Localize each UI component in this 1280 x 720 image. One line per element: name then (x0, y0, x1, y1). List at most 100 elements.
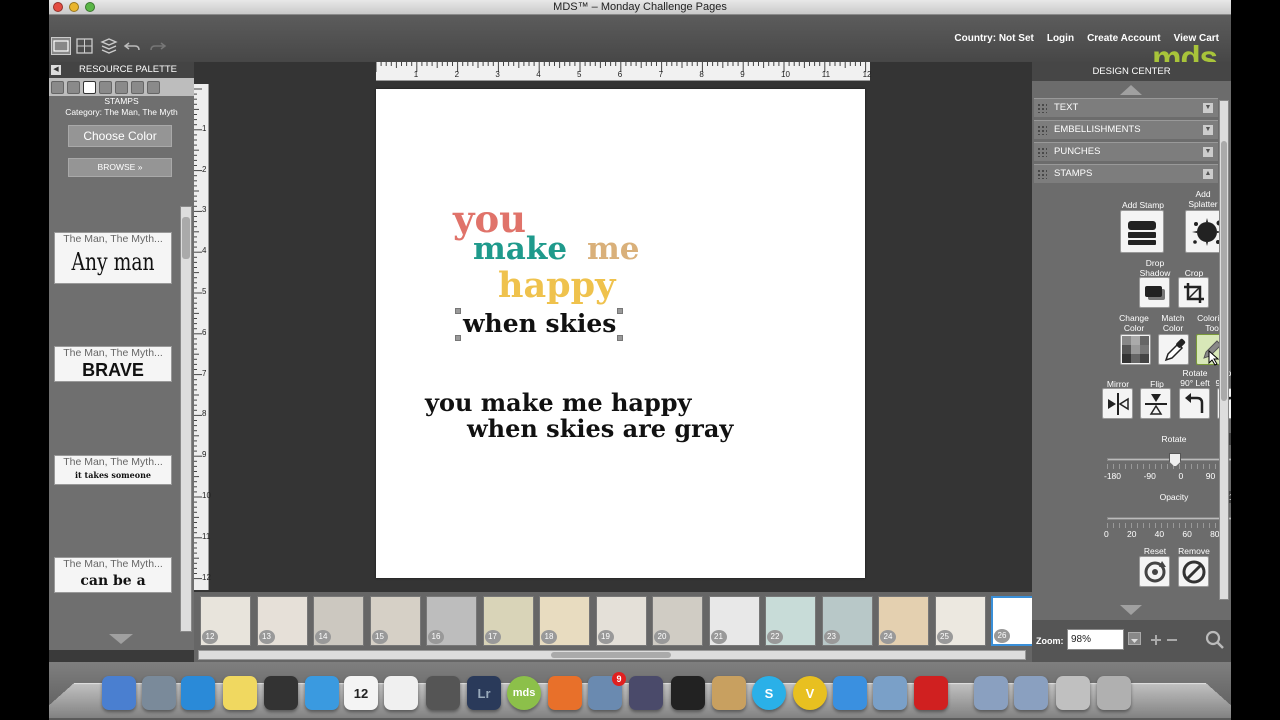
stamp-item[interactable]: The Man, The Myth... BRAVE (54, 346, 172, 382)
choose-color-button[interactable]: Choose Color (68, 125, 172, 147)
accordion-punches[interactable]: PUNCHES ▼ (1034, 142, 1218, 161)
canvas-stamp-line1[interactable]: you make me happy (425, 391, 691, 415)
zoom-in-icon[interactable] (1149, 633, 1163, 647)
canvas-stamp-line2[interactable]: when skies are gray (467, 417, 733, 441)
trash-icon[interactable] (1097, 676, 1131, 710)
page-thumbnail[interactable]: 25 (934, 596, 986, 646)
browse-button[interactable]: BROWSE » (68, 158, 172, 177)
add-stamp-button[interactable] (1120, 210, 1164, 253)
thumbnail-scroll-thumb[interactable] (551, 652, 671, 658)
match-color-button[interactable] (1158, 334, 1189, 365)
stamp-icon[interactable] (131, 80, 144, 94)
design-center-scrollbar[interactable] (1219, 100, 1229, 600)
page-thumbnail[interactable]: 23 (821, 596, 873, 646)
thumbnail-scrollbar[interactable] (198, 650, 1026, 660)
eye-icon[interactable] (51, 80, 64, 94)
design-center-scroll-thumb[interactable] (1221, 141, 1227, 401)
stamp-item[interactable]: The Man, The Myth... Any man (54, 232, 172, 284)
undo-icon[interactable] (123, 37, 143, 55)
embellishment-icon[interactable] (99, 80, 112, 94)
crop-button[interactable] (1178, 277, 1209, 308)
zoom-out-icon[interactable] (1165, 633, 1179, 647)
collapse-palette-icon[interactable]: ◀ (51, 65, 61, 75)
grid-icon[interactable] (75, 37, 95, 55)
rotate-left-button[interactable] (1179, 388, 1210, 419)
time-machine-icon[interactable] (426, 676, 460, 710)
facetime-icon[interactable] (264, 676, 298, 710)
selection-handle[interactable] (617, 335, 623, 341)
page-thumbnail[interactable]: 19 (595, 596, 647, 646)
canvas-word-happy[interactable]: happy (498, 268, 615, 303)
photo-icon[interactable] (671, 676, 705, 710)
reset-button[interactable] (1139, 556, 1170, 587)
canvas-word-me[interactable]: me (587, 234, 640, 265)
downloads-icon[interactable] (1056, 676, 1090, 710)
login-link[interactable]: Login (1047, 33, 1074, 44)
accordion-text[interactable]: TEXT ▼ (1034, 98, 1218, 117)
itunes-icon[interactable] (181, 676, 215, 710)
calendar-icon[interactable]: 12 (344, 676, 378, 710)
paper-icon[interactable] (83, 80, 96, 94)
page-thumbnail[interactable]: 20 (652, 596, 703, 646)
lightroom-icon[interactable]: Lr (467, 676, 501, 710)
magnifier-icon[interactable] (1205, 630, 1225, 650)
accordion-stamps[interactable]: STAMPS ▲ (1034, 164, 1218, 183)
stickies-icon[interactable] (223, 676, 257, 710)
address-book-icon[interactable] (712, 676, 746, 710)
selection-handle[interactable] (455, 308, 461, 314)
remove-button[interactable] (1178, 556, 1209, 587)
punch-icon[interactable] (115, 80, 128, 94)
layers-icon[interactable] (99, 37, 119, 55)
safari-icon[interactable] (305, 676, 339, 710)
page-thumbnail[interactable]: 16 (426, 596, 477, 646)
page-thumbnail[interactable]: 17 (482, 596, 534, 646)
page-thumbnail[interactable]: 14 (313, 596, 364, 646)
page-thumbnail[interactable]: 18 (539, 596, 590, 646)
documents-folder-icon[interactable] (974, 676, 1008, 710)
flip-button[interactable] (1140, 388, 1171, 419)
collapse-up-icon[interactable] (1032, 81, 1231, 98)
page-view-icon[interactable] (51, 37, 71, 55)
canvas-word-make[interactable]: make (473, 234, 567, 265)
design-page[interactable]: you make me happy when skies you make me… (376, 89, 865, 578)
mail-stamp-icon[interactable]: 9 (588, 672, 626, 710)
script-icon[interactable] (629, 676, 663, 710)
page-thumbnail[interactable]: 15 (369, 596, 421, 646)
mds-icon[interactable]: mds (507, 676, 541, 710)
scroll-down-icon[interactable] (109, 634, 133, 644)
page-thumbnail[interactable]: 13 (256, 596, 308, 646)
page-thumbnail[interactable]: 24 (878, 596, 929, 646)
mirror-button[interactable] (1102, 388, 1133, 419)
selection-handle[interactable] (617, 308, 623, 314)
page-thumbnail[interactable]: 21 (708, 596, 760, 646)
vimeo-icon[interactable]: V (793, 676, 827, 710)
launchpad-icon[interactable] (142, 676, 176, 710)
reminders-icon[interactable] (384, 676, 418, 710)
zoom-input[interactable]: 98% (1067, 629, 1124, 650)
messages-icon[interactable] (833, 676, 867, 710)
change-color-button[interactable] (1120, 334, 1151, 365)
applications-folder-icon[interactable] (1014, 676, 1048, 710)
collapse-down-icon[interactable] (1032, 602, 1231, 620)
selection-handle[interactable] (455, 335, 461, 341)
opacity-slider[interactable] (1107, 517, 1231, 520)
stamp-item[interactable]: The Man, The Myth... can be a (54, 557, 172, 593)
zoom-dropdown-icon[interactable] (1128, 632, 1141, 645)
drop-shadow-button[interactable] (1139, 277, 1170, 308)
page-thumbnail[interactable]: 22 (765, 596, 816, 646)
finder-icon[interactable] (102, 676, 136, 710)
canvas-stamp-when-skies[interactable]: when skies (463, 311, 616, 336)
palette-scrollbar[interactable] (180, 206, 192, 632)
template-icon[interactable] (147, 80, 160, 94)
create-account-link[interactable]: Create Account (1087, 33, 1161, 44)
firefox-icon[interactable] (548, 676, 582, 710)
star-icon[interactable] (67, 80, 80, 94)
page-thumbnail[interactable]: 12 (200, 596, 251, 646)
accordion-embellishments[interactable]: EMBELLISHMENTS ▼ (1034, 120, 1218, 139)
iphoto-icon[interactable] (873, 676, 907, 710)
stamp-item[interactable]: The Man, The Myth... it takes someone (54, 455, 172, 485)
country-link[interactable]: Country: Not Set (954, 33, 1033, 44)
acrobat-icon[interactable] (914, 676, 948, 710)
skype-icon[interactable]: S (752, 676, 786, 710)
redo-icon[interactable] (147, 37, 167, 55)
